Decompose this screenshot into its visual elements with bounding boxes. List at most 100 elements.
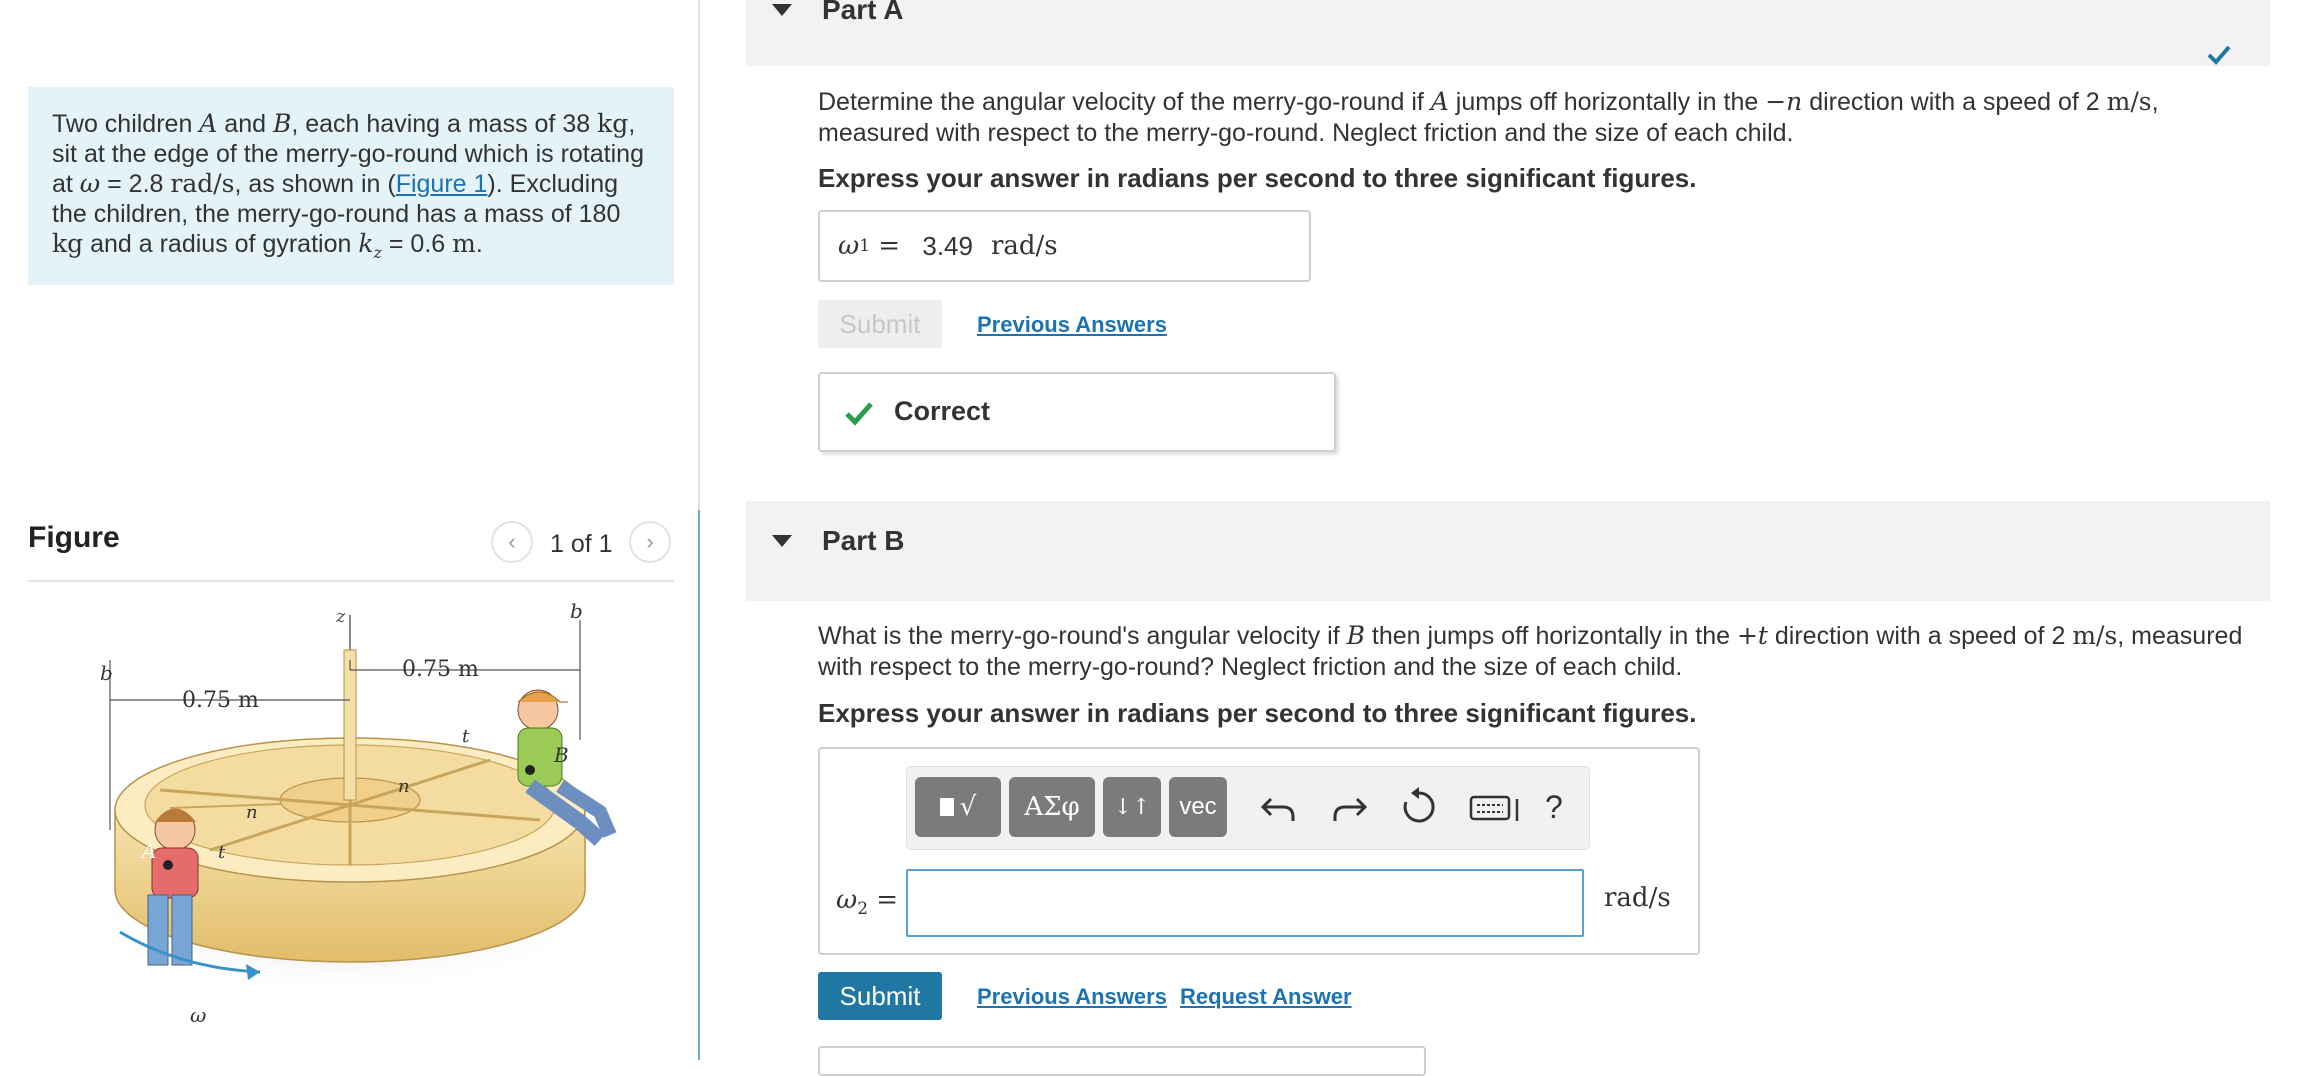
figure-next-button[interactable]: › [629,521,671,563]
part-b-feedback-box [818,1046,1426,1076]
problem-text: , each having a mass of 38 [291,110,598,138]
reset-icon[interactable] [1397,785,1441,829]
part-b-previous-answers-link[interactable]: Previous Answers [977,984,1167,1010]
unit-rad-s: rad/s [170,169,235,198]
math-toolbar: √ ΑΣφ ↓↑ vec ? [906,766,1590,850]
part-b-submit-button[interactable]: Submit [818,972,942,1020]
child-b-symbol: B [272,109,292,138]
problem-text: = 0.6 [381,230,453,258]
part-b-answer-unit: rad/s [1604,883,1671,913]
figure-prev-button[interactable]: ‹ [491,521,533,563]
figure-label-n-mid: n [398,776,410,797]
undo-icon[interactable] [1257,785,1301,829]
part-a-instruction: Express your answer in radians per secon… [818,163,1697,193]
figure-title: Figure [28,521,120,554]
greek-symbols-label: ΑΣφ [1024,792,1080,822]
figure-label-a: A [140,839,156,863]
chevron-left-icon: ‹ [508,529,516,554]
answer-subscript: 2 [857,899,869,920]
arrows-button[interactable]: ↓↑ [1103,777,1161,837]
figure-label-b-left: b [100,661,113,685]
part-a-submit-button: Submit [818,300,942,348]
part-a-feedback: Correct [818,372,1336,452]
greek-symbols-button[interactable]: ΑΣφ [1009,777,1095,837]
problem-text: , as shown in ( [234,170,396,198]
problem-text: . [475,230,483,258]
part-b-question: What is the merry-go-round's angular vel… [818,620,2258,683]
figure-label-t-right: t [462,726,470,747]
part-b-request-answer-link[interactable]: Request Answer [1180,984,1352,1010]
equals-sign: = [870,231,909,261]
direction-symbol: +t [1736,621,1768,650]
part-b-header[interactable]: Part B [746,501,2270,601]
radius-gyration-subscript: z [373,243,382,262]
part-b-instruction: Express your answer in radians per secon… [818,698,1697,728]
direction-symbol: −n [1765,87,1803,116]
problem-text: Two children [52,110,200,138]
omega-symbol: ω [79,169,101,198]
vector-button[interactable]: vec [1169,777,1227,837]
child-a-symbol: A [199,109,218,138]
figure-dimension-right: 0.75 m [402,657,479,682]
omega-symbol: ω [838,231,860,261]
collapse-triangle-icon [772,4,792,16]
figure-counter: 1 of 1 [550,530,613,558]
collapse-triangle-icon [772,535,792,547]
equals-sign: = [868,885,899,915]
problem-text: and [217,110,273,138]
unit-kg: kg [597,109,629,138]
sqrt-icon: √ [959,792,977,822]
arrows-icon: ↓↑ [1113,794,1151,820]
templates-button[interactable]: √ [915,777,1001,837]
figure-link[interactable]: Figure 1 [396,170,488,198]
feedback-text: Correct [894,396,991,426]
figure-divider [28,580,674,582]
question-text: jumps off horizontally in the [1448,88,1766,116]
figure-label-n-left: n [246,802,258,823]
figure-label-omega: ω [190,1003,206,1027]
redo-icon[interactable] [1327,785,1371,829]
help-icon[interactable]: ? [1545,789,1563,826]
left-panel: Two children A and B, each having a mass… [0,0,698,1060]
problem-text: and a radius of gyration [83,230,359,258]
question-text: then jumps off horizontally in the [1364,622,1737,650]
child-b-symbol: B [1346,621,1365,650]
figure-label-b: B [553,743,569,767]
problem-text: = 2.8 [100,170,171,198]
part-a-title: Part A [822,0,904,25]
radius-gyration-symbol: k [358,229,374,258]
problem-statement: Two children A and B, each having a mass… [28,87,674,285]
omega-symbol: ω [836,885,858,915]
question-text: direction with a speed of 2 [1767,622,2073,650]
column-divider-highlight [698,510,700,1060]
part-a-previous-answers-link[interactable]: Previous Answers [977,312,1167,338]
question-text: direction with a speed of 2 [1802,88,2107,116]
unit-m-s: m/s [2072,621,2118,650]
part-a-answer-display: ω1 = 3.49 rad/s [818,210,1311,282]
part-a-question: Determine the angular velocity of the me… [818,86,2258,149]
child-a-symbol: A [1430,87,1449,116]
part-a-answer-value: 3.49 [922,230,973,261]
merry-go-round-figure: z b b 0.75 m 0.75 m n n t t A B ω [90,599,617,1027]
part-b-title: Part B [822,525,905,556]
part-b-answer-input[interactable] [906,869,1584,937]
unit-kg: kg [52,229,84,258]
part-a-complete-check-icon [2207,45,2231,65]
question-text: What is the merry-go-round's angular vel… [818,622,1347,650]
figure-label-z: z [335,606,346,627]
part-b-answer-panel: √ ΑΣφ ↓↑ vec ? ω2 = rad/s [818,747,1700,955]
part-b-answer-label: ω2 = [836,884,898,919]
unit-m: m [452,229,476,258]
figure-dimension-left: 0.75 m [182,688,259,713]
chevron-right-icon: › [646,529,654,554]
check-icon [845,402,873,426]
template-square-icon [939,798,954,816]
keyboard-icon[interactable] [1469,785,1523,829]
figure-label-b-right: b [570,599,583,623]
figure-label-t-left: t [218,842,226,863]
part-a-header[interactable]: Part A [746,0,2270,66]
vector-label: vec [1179,793,1217,820]
question-text: Determine the angular velocity of the me… [818,88,1431,116]
answer-subscript: 1 [859,236,871,256]
part-a-answer-unit: rad/s [990,231,1058,261]
